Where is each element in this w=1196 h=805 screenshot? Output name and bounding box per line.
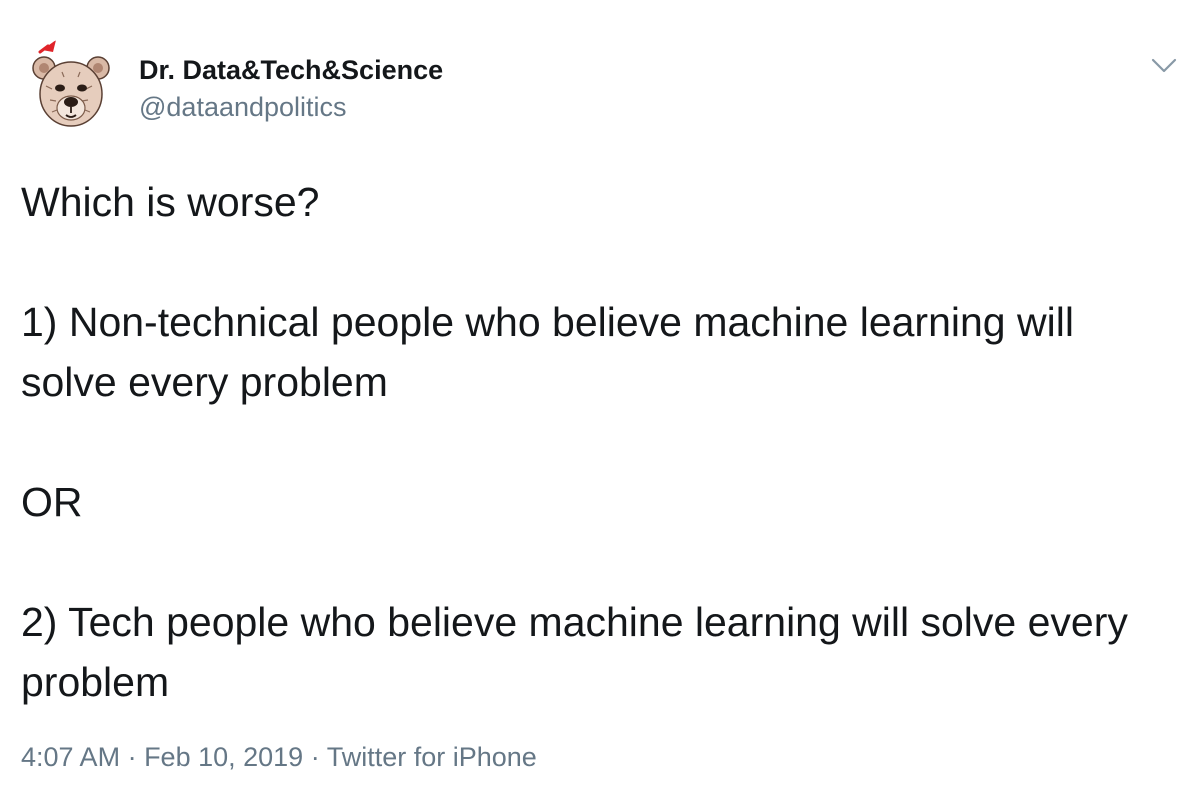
meta-separator: · [120, 742, 145, 772]
tweet-author: Dr. Data&Tech&Science @dataandpolitics [139, 52, 443, 126]
tweet-date[interactable]: Feb 10, 2019 [144, 742, 303, 772]
tweet-time[interactable]: 4:07 AM [21, 742, 120, 772]
author-handle[interactable]: @dataandpolitics [139, 88, 443, 126]
bear-avatar-icon[interactable] [22, 38, 120, 136]
tweet-metadata: 4:07 AM · Feb 10, 2019 · Twitter for iPh… [21, 737, 537, 777]
author-display-name[interactable]: Dr. Data&Tech&Science [139, 52, 443, 88]
meta-separator: · [303, 742, 327, 772]
tweet-text: Which is worse? 1) Non-technical people … [21, 179, 1128, 705]
chevron-down-icon[interactable] [1148, 50, 1180, 82]
tweet-source[interactable]: Twitter for iPhone [327, 742, 537, 772]
tweet: Dr. Data&Tech&Science @dataandpolitics W… [0, 0, 1196, 805]
